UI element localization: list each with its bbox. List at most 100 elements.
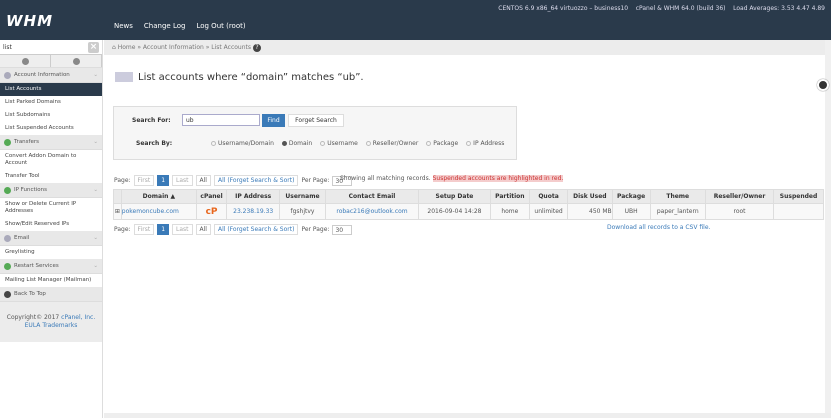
radio-icon[interactable]	[466, 141, 472, 146]
option-label: Username	[327, 140, 358, 147]
sidebar-item[interactable]: Show or Delete Current IP Addresses	[0, 198, 102, 218]
floating-menu-icon[interactable]	[817, 79, 829, 91]
column-header[interactable]: Suspended	[773, 189, 824, 204]
column-header[interactable]: Setup Date	[418, 189, 491, 204]
search-by-option[interactable]: Domain	[281, 140, 312, 147]
search-by-option[interactable]: Reseller/Owner	[365, 140, 418, 147]
last-page[interactable]: Last	[172, 224, 193, 235]
per-page-input[interactable]: 30	[332, 224, 353, 235]
cell[interactable]: robac216@outlook.com	[324, 203, 420, 220]
showing-label: Showing all matching records.	[340, 175, 431, 182]
all-forget-button[interactable]: All (Forget Search & Sort)	[213, 175, 299, 186]
chevron-down-icon[interactable]: ⌄	[93, 263, 98, 269]
clear-icon[interactable]: ×	[88, 42, 99, 53]
pager-bottom: Page: First 1 Last All All (Forget Searc…	[114, 224, 353, 235]
sidebar-group-header[interactable]: Account Information ⌄	[0, 68, 102, 83]
all-button[interactable]: All	[195, 175, 211, 186]
search-by-option[interactable]: Package	[426, 140, 458, 147]
sidebar-item[interactable]: Mailing List Manager (Mailman)	[0, 274, 102, 287]
group-label: Restart Services	[14, 263, 59, 269]
group-icon	[4, 262, 11, 270]
sidebar-item[interactable]: List Suspended Accounts	[0, 122, 102, 135]
last-page[interactable]: Last	[172, 175, 193, 186]
sidebar-item[interactable]: List Subdomains	[0, 109, 102, 122]
sidebar-item[interactable]: Transfer Tool	[0, 170, 102, 183]
page-label: Page:	[114, 177, 131, 184]
radio-icon[interactable]	[320, 141, 326, 146]
column-header[interactable]	[113, 189, 122, 204]
search-by-option[interactable]: IP Address	[466, 140, 504, 147]
cell[interactable]: cP	[195, 203, 228, 220]
back-to-top-button[interactable]: Back To Top	[0, 287, 102, 302]
column-header[interactable]: Username	[279, 189, 326, 204]
vertical-scrollbar[interactable]	[825, 40, 831, 418]
sidebar-item[interactable]: Convert Addon Domain to Account	[0, 150, 102, 170]
cell: 450 MB	[567, 203, 613, 220]
collapse-all-button[interactable]	[0, 55, 51, 67]
search-by-option[interactable]: Username	[320, 140, 358, 147]
sidebar-group-header[interactable]: Restart Services ⌄	[0, 259, 102, 274]
sidebar-search-value: list	[3, 44, 12, 51]
trademarks-link[interactable]: Trademarks	[42, 322, 77, 329]
cell[interactable]: 23.238.19.33	[226, 203, 281, 220]
column-header[interactable]: cPanel	[195, 189, 228, 204]
sidebar-item[interactable]: Show/Edit Reserved IPs	[0, 218, 102, 231]
column-header[interactable]: Domain ▲	[120, 189, 197, 204]
column-header[interactable]: Package	[611, 189, 651, 204]
forget-search-button[interactable]: Forget Search	[288, 114, 344, 127]
radio-icon[interactable]	[281, 141, 287, 146]
column-header[interactable]: Theme	[649, 189, 706, 204]
system-info: CENTOS 6.9 x86_64 virtuozzo – business10…	[498, 5, 825, 12]
option-label: IP Address	[473, 140, 505, 147]
expand-all-button[interactable]	[51, 55, 102, 67]
cpanel-link[interactable]: cPanel, Inc.	[61, 314, 95, 321]
column-header[interactable]: Reseller/Owner	[704, 189, 775, 204]
page-title: List accounts where “domain” matches “ub…	[115, 72, 364, 83]
accounts-icon	[115, 72, 133, 82]
sidebar-group-header[interactable]: IP Functions ⌄	[0, 183, 102, 198]
cell[interactable]: ⊞	[113, 203, 122, 220]
column-header[interactable]: Partition	[489, 189, 531, 204]
column-header[interactable]: Quota	[529, 189, 569, 204]
nav-change-log[interactable]: Change Log	[144, 22, 186, 30]
column-header[interactable]: Disk Used	[567, 189, 613, 204]
sidebar-item[interactable]: List Parked Domains	[0, 96, 102, 109]
group-label: Email	[14, 235, 30, 241]
cell[interactable]: pokemoncube.com	[120, 203, 197, 220]
find-button[interactable]: Find	[262, 114, 285, 127]
sidebar-item[interactable]: Greylisting	[0, 246, 102, 259]
chevron-down-icon[interactable]: ⌄	[93, 235, 98, 241]
chevron-down-icon[interactable]: ⌄	[93, 139, 98, 145]
search-by-option[interactable]: Username/Domain	[211, 140, 274, 147]
csv-download-link[interactable]: Download all records to a CSV file.	[607, 224, 710, 231]
back-to-top-label: Back To Top	[14, 291, 46, 297]
current-page[interactable]: 1	[157, 175, 170, 186]
title-text: List accounts where “domain” matches “ub…	[138, 72, 364, 83]
nav-news[interactable]: News	[114, 22, 133, 30]
help-icon[interactable]: ?	[252, 44, 261, 52]
sidebar-group-header[interactable]: Email ⌄	[0, 231, 102, 246]
cell: home	[489, 203, 531, 220]
sidebar-group-header[interactable]: Transfers ⌄	[0, 135, 102, 150]
nav-logout[interactable]: Log Out (root)	[196, 22, 245, 30]
radio-icon[interactable]	[211, 141, 216, 146]
breadcrumb-text[interactable]: Home » Account Information » List Accoun…	[118, 44, 251, 51]
search-input[interactable]: ub	[182, 114, 260, 126]
chevron-down-icon[interactable]: ⌄	[93, 72, 98, 78]
all-button[interactable]: All	[195, 224, 211, 235]
first-page[interactable]: First	[133, 224, 155, 235]
eula-link[interactable]: EULA	[25, 322, 41, 329]
horizontal-scrollbar[interactable]	[104, 413, 831, 418]
column-header[interactable]: Contact Email	[324, 189, 420, 204]
first-page[interactable]: First	[133, 175, 155, 186]
radio-icon[interactable]	[365, 141, 371, 146]
radio-icon[interactable]	[426, 141, 432, 146]
sidebar-item[interactable]: List Accounts	[0, 83, 102, 96]
column-header[interactable]: IP Address	[226, 189, 281, 204]
current-page[interactable]: 1	[157, 224, 170, 235]
chevron-down-icon[interactable]: ⌄	[93, 187, 98, 193]
option-label: Package	[433, 140, 459, 147]
sidebar-search-input[interactable]: list ×	[0, 40, 102, 55]
all-forget-button[interactable]: All (Forget Search & Sort)	[213, 224, 299, 235]
per-page-label: Per Page:	[301, 226, 330, 233]
